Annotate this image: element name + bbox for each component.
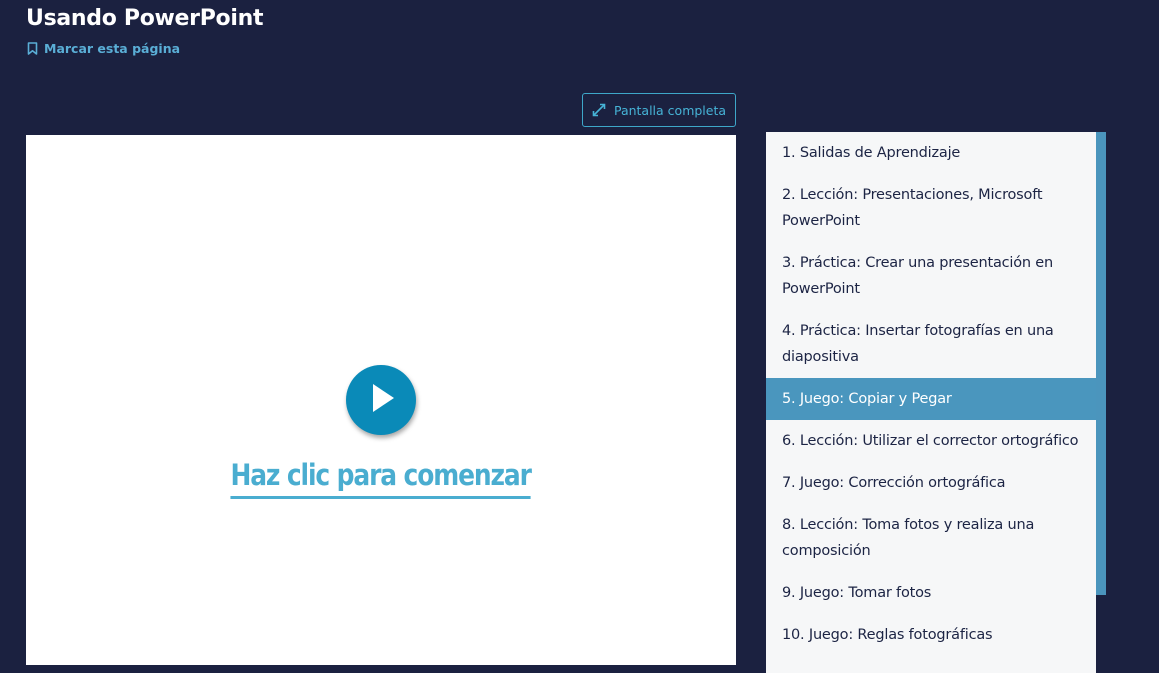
menu-scrollbar[interactable] <box>1096 132 1106 595</box>
page-title: Usando PowerPoint <box>26 6 264 31</box>
menu-item-active[interactable]: 5. Juego: Copiar y Pegar <box>766 378 1096 420</box>
start-link-wrapper: Haz clic para comenzar <box>26 455 736 499</box>
lesson-menu: 1. Salidas de Aprendizaje 2. Lección: Pr… <box>766 132 1096 673</box>
play-icon <box>364 380 398 420</box>
bookmark-icon <box>27 42 38 55</box>
menu-item[interactable]: 6. Lección: Utilizar el corrector ortogr… <box>766 428 1096 454</box>
menu-item[interactable]: 8. Lección: Toma fotos y realiza una com… <box>766 512 1096 564</box>
expand-icon <box>592 103 606 117</box>
fullscreen-button[interactable]: Pantalla completa <box>582 93 736 127</box>
start-link[interactable]: Haz clic para comenzar <box>230 455 532 499</box>
play-button[interactable] <box>346 365 416 435</box>
bookmark-link[interactable]: Marcar esta página <box>27 41 180 56</box>
lesson-list: 1. Salidas de Aprendizaje 2. Lección: Pr… <box>766 132 1096 648</box>
menu-item[interactable]: 4. Práctica: Insertar fotografías en una… <box>766 318 1096 370</box>
bookmark-label: Marcar esta página <box>44 41 181 56</box>
fullscreen-label: Pantalla completa <box>613 102 727 118</box>
menu-item[interactable]: 7. Juego: Corrección ortográfica <box>766 470 1096 496</box>
activity-player[interactable]: Haz clic para comenzar <box>26 135 736 665</box>
menu-item[interactable]: 2. Lección: Presentaciones, Microsoft Po… <box>766 182 1096 234</box>
menu-item[interactable]: 10. Juego: Reglas fotográficas <box>766 622 1096 648</box>
menu-item[interactable]: 1. Salidas de Aprendizaje <box>766 140 1096 166</box>
menu-item[interactable]: 3. Práctica: Crear una presentación en P… <box>766 250 1096 302</box>
menu-item[interactable]: 9. Juego: Tomar fotos <box>766 580 1096 606</box>
